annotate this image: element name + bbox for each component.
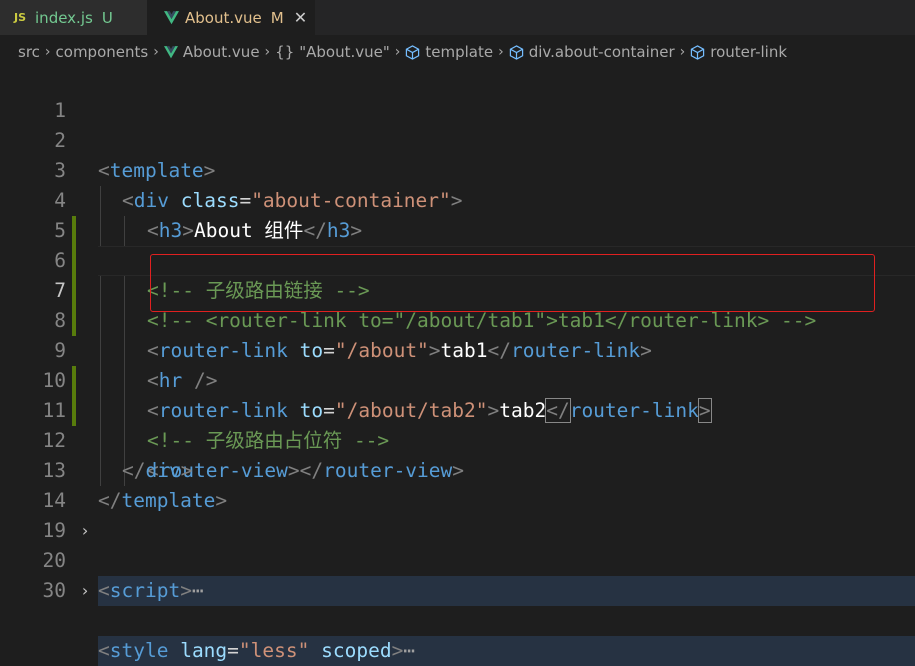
- chevron-right-icon: ›: [264, 44, 271, 60]
- js-file-icon: JS: [14, 11, 27, 24]
- code-line[interactable]: 3 <h3>About 组件</h3>: [0, 126, 915, 246]
- chevron-right-icon: ›: [679, 44, 686, 60]
- tab-about-vue[interactable]: About.vue M ✕: [147, 0, 315, 35]
- breadcrumb-template-label: template: [425, 43, 494, 61]
- breadcrumb-module-label: "About.vue": [299, 43, 390, 61]
- code-line[interactable]: 30: [0, 546, 915, 602]
- chevron-right-icon: ›: [153, 44, 159, 60]
- braces-icon: {}: [275, 43, 295, 61]
- code-line[interactable]: 6 <router-link to="/about">tab1</router-…: [0, 216, 915, 366]
- code-text: <style lang="less" scoped>⋯: [98, 639, 416, 662]
- git-status-untracked: U: [101, 8, 113, 27]
- folded-ellipsis-icon: ⋯: [191, 579, 204, 602]
- cube-icon: [509, 44, 523, 60]
- code-line[interactable]: 5 <!-- <router-link to="/about/tab1">tab…: [0, 186, 915, 336]
- breadcrumb-div-label: div.about-container: [528, 43, 675, 61]
- breadcrumb-components[interactable]: components: [56, 43, 149, 61]
- code-text: <script>⋯: [98, 579, 204, 602]
- code-line[interactable]: 11 </div>: [0, 366, 915, 486]
- folded-ellipsis-icon: ⋯: [403, 639, 416, 662]
- breadcrumb-router-link[interactable]: router-link: [690, 43, 787, 61]
- breadcrumb-file[interactable]: About.vue: [163, 43, 260, 61]
- breadcrumb-file-label: About.vue: [182, 43, 260, 61]
- cube-icon: [406, 44, 420, 60]
- breadcrumb-template[interactable]: template: [405, 43, 493, 61]
- code-line[interactable]: 4 <!-- 子级路由链接 -->: [0, 156, 915, 306]
- tab-index-js[interactable]: JS index.js U: [0, 0, 147, 35]
- tab-label: index.js: [35, 8, 93, 27]
- code-line[interactable]: 1 <template>: [0, 66, 915, 182]
- line-number: 30: [42, 579, 66, 602]
- code-line-folded[interactable]: 20 › <style lang="less" scoped>⋯: [0, 516, 915, 666]
- highlight-annotation-box: [150, 254, 875, 312]
- cube-icon: [691, 44, 705, 60]
- code-editor[interactable]: 1 <template> 2 <div class="about-contain…: [0, 66, 915, 666]
- vue-icon: [163, 45, 178, 58]
- tab-label: About.vue: [185, 8, 262, 27]
- close-icon[interactable]: ✕: [294, 8, 307, 27]
- vue-icon: [164, 10, 179, 24]
- breadcrumb-router-link-label: router-link: [710, 43, 788, 61]
- code-line[interactable]: 2 <div class="about-container">: [0, 96, 915, 216]
- code-line-folded[interactable]: 14 › <script>⋯: [0, 456, 915, 606]
- fold-chevron-icon[interactable]: ›: [78, 576, 92, 606]
- editor-tab-bar: JS index.js U About.vue M ✕: [0, 0, 915, 35]
- chevron-right-icon: ›: [394, 44, 401, 60]
- code-line[interactable]: 13: [0, 426, 915, 482]
- breadcrumb: src › components › About.vue › {} "About…: [0, 35, 915, 69]
- chevron-right-icon: ›: [44, 44, 51, 60]
- breadcrumb-module[interactable]: {} "About.vue": [275, 43, 390, 61]
- breadcrumb-div[interactable]: div.about-container: [509, 43, 675, 61]
- code-line[interactable]: 10 <router-view></router-view>: [0, 336, 915, 486]
- git-status-modified: M: [270, 8, 284, 27]
- breadcrumb-src[interactable]: src: [18, 43, 40, 61]
- chevron-right-icon: ›: [498, 44, 504, 60]
- code-line[interactable]: 12 </template>: [0, 396, 915, 512]
- code-line[interactable]: 19: [0, 486, 915, 542]
